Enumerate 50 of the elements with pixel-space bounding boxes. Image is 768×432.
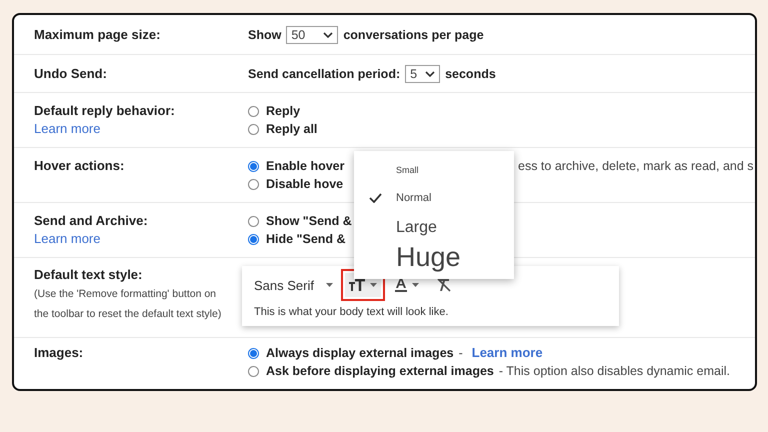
text-size-icon — [348, 279, 365, 291]
setting-note: (Use the 'Remove formatting' button on — [34, 287, 218, 302]
radio-button[interactable] — [248, 160, 259, 172]
radio-button[interactable] — [248, 234, 259, 244]
setting-label: Default text style: — [34, 266, 144, 284]
radio-button[interactable] — [248, 216, 259, 226]
text-color-icon — [394, 278, 407, 292]
option-label: Enable hover — [266, 159, 346, 173]
menu-item[interactable]: Large — [354, 215, 514, 241]
radio-button[interactable] — [248, 124, 259, 134]
setting-label: Send and Archive: — [34, 212, 149, 230]
learn-more-link[interactable]: Learn more — [472, 344, 543, 362]
setting-label: Hover actions: — [34, 157, 126, 175]
option-label: Hide "Send & — [266, 232, 346, 246]
learn-more-link[interactable]: Learn more — [34, 120, 248, 138]
font-dropdown[interactable]: Sans Serif — [254, 278, 333, 292]
option-label: Reply all — [266, 122, 318, 136]
option-label: Disable hove — [266, 177, 344, 191]
radio-button[interactable] — [248, 348, 259, 358]
setting-note: the toolbar to reset the default text style) — [34, 307, 222, 322]
option-label: Always display external images — [266, 346, 454, 360]
chevron-icon — [425, 70, 436, 76]
setting-text: Send cancellation period: — [248, 66, 400, 80]
dropdown[interactable]: 5 — [405, 64, 440, 82]
setting-label: Maximum page size: — [34, 26, 162, 44]
option-label: Show "Send & — [266, 214, 352, 228]
option-description: - This option also disables dynamic email. — [498, 364, 730, 378]
caret-icon — [326, 283, 333, 287]
caret-icon — [370, 283, 377, 287]
setting-label: Default reply behavior: — [34, 102, 176, 120]
learn-more-link[interactable]: Learn more — [34, 230, 248, 248]
menu-item[interactable]: Normal — [354, 181, 514, 215]
radio-button[interactable] — [248, 106, 259, 116]
menu-item[interactable]: Small — [354, 159, 514, 181]
preview-text: This is what your body text will look like. — [254, 306, 450, 318]
setting-label: Images: — [34, 344, 84, 362]
caret-icon — [412, 283, 419, 287]
option-label: Ask before displaying external images — [266, 364, 494, 378]
setting-text: seconds — [445, 66, 496, 80]
radio-button[interactable] — [248, 178, 259, 190]
dropdown[interactable]: 50 — [286, 26, 338, 44]
setting-text: conversations per page — [343, 28, 484, 42]
menu-item[interactable]: Huge — [354, 241, 514, 273]
setting-text: Show — [248, 28, 282, 42]
chevron-icon — [323, 32, 334, 38]
option-description: ess to archive, delete, mark as read, and s — [518, 159, 754, 173]
setting-label: Undo Send: — [34, 64, 108, 82]
option-description: - — [458, 346, 463, 360]
radio-button[interactable] — [248, 366, 259, 376]
option-label: Reply — [266, 104, 300, 118]
